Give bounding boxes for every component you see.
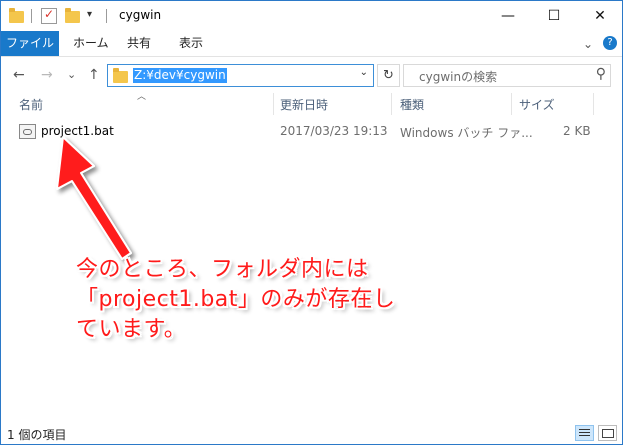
large-icons-view-icon[interactable] xyxy=(598,425,617,441)
status-bar: 1 個の項目 xyxy=(1,422,622,444)
explorer-window: ✓ ▾ cygwin — ☐ ✕ ファイル ホーム 共有 表示 ⌄ ? ← → … xyxy=(0,0,623,445)
details-view-icon[interactable] xyxy=(575,425,594,441)
annotation-line: 「project1.bat」のみが存在し xyxy=(76,287,396,312)
arrow-shape xyxy=(56,136,132,260)
item-count: 1 個の項目 xyxy=(7,428,67,442)
annotation-text: 今のところ、フォルダ内には 「project1.bat」のみが存在し ています。 xyxy=(76,255,395,345)
annotation-line: ています。 xyxy=(76,317,187,342)
annotation-line: 今のところ、フォルダ内には xyxy=(76,257,369,282)
annotation-arrow xyxy=(56,136,132,260)
